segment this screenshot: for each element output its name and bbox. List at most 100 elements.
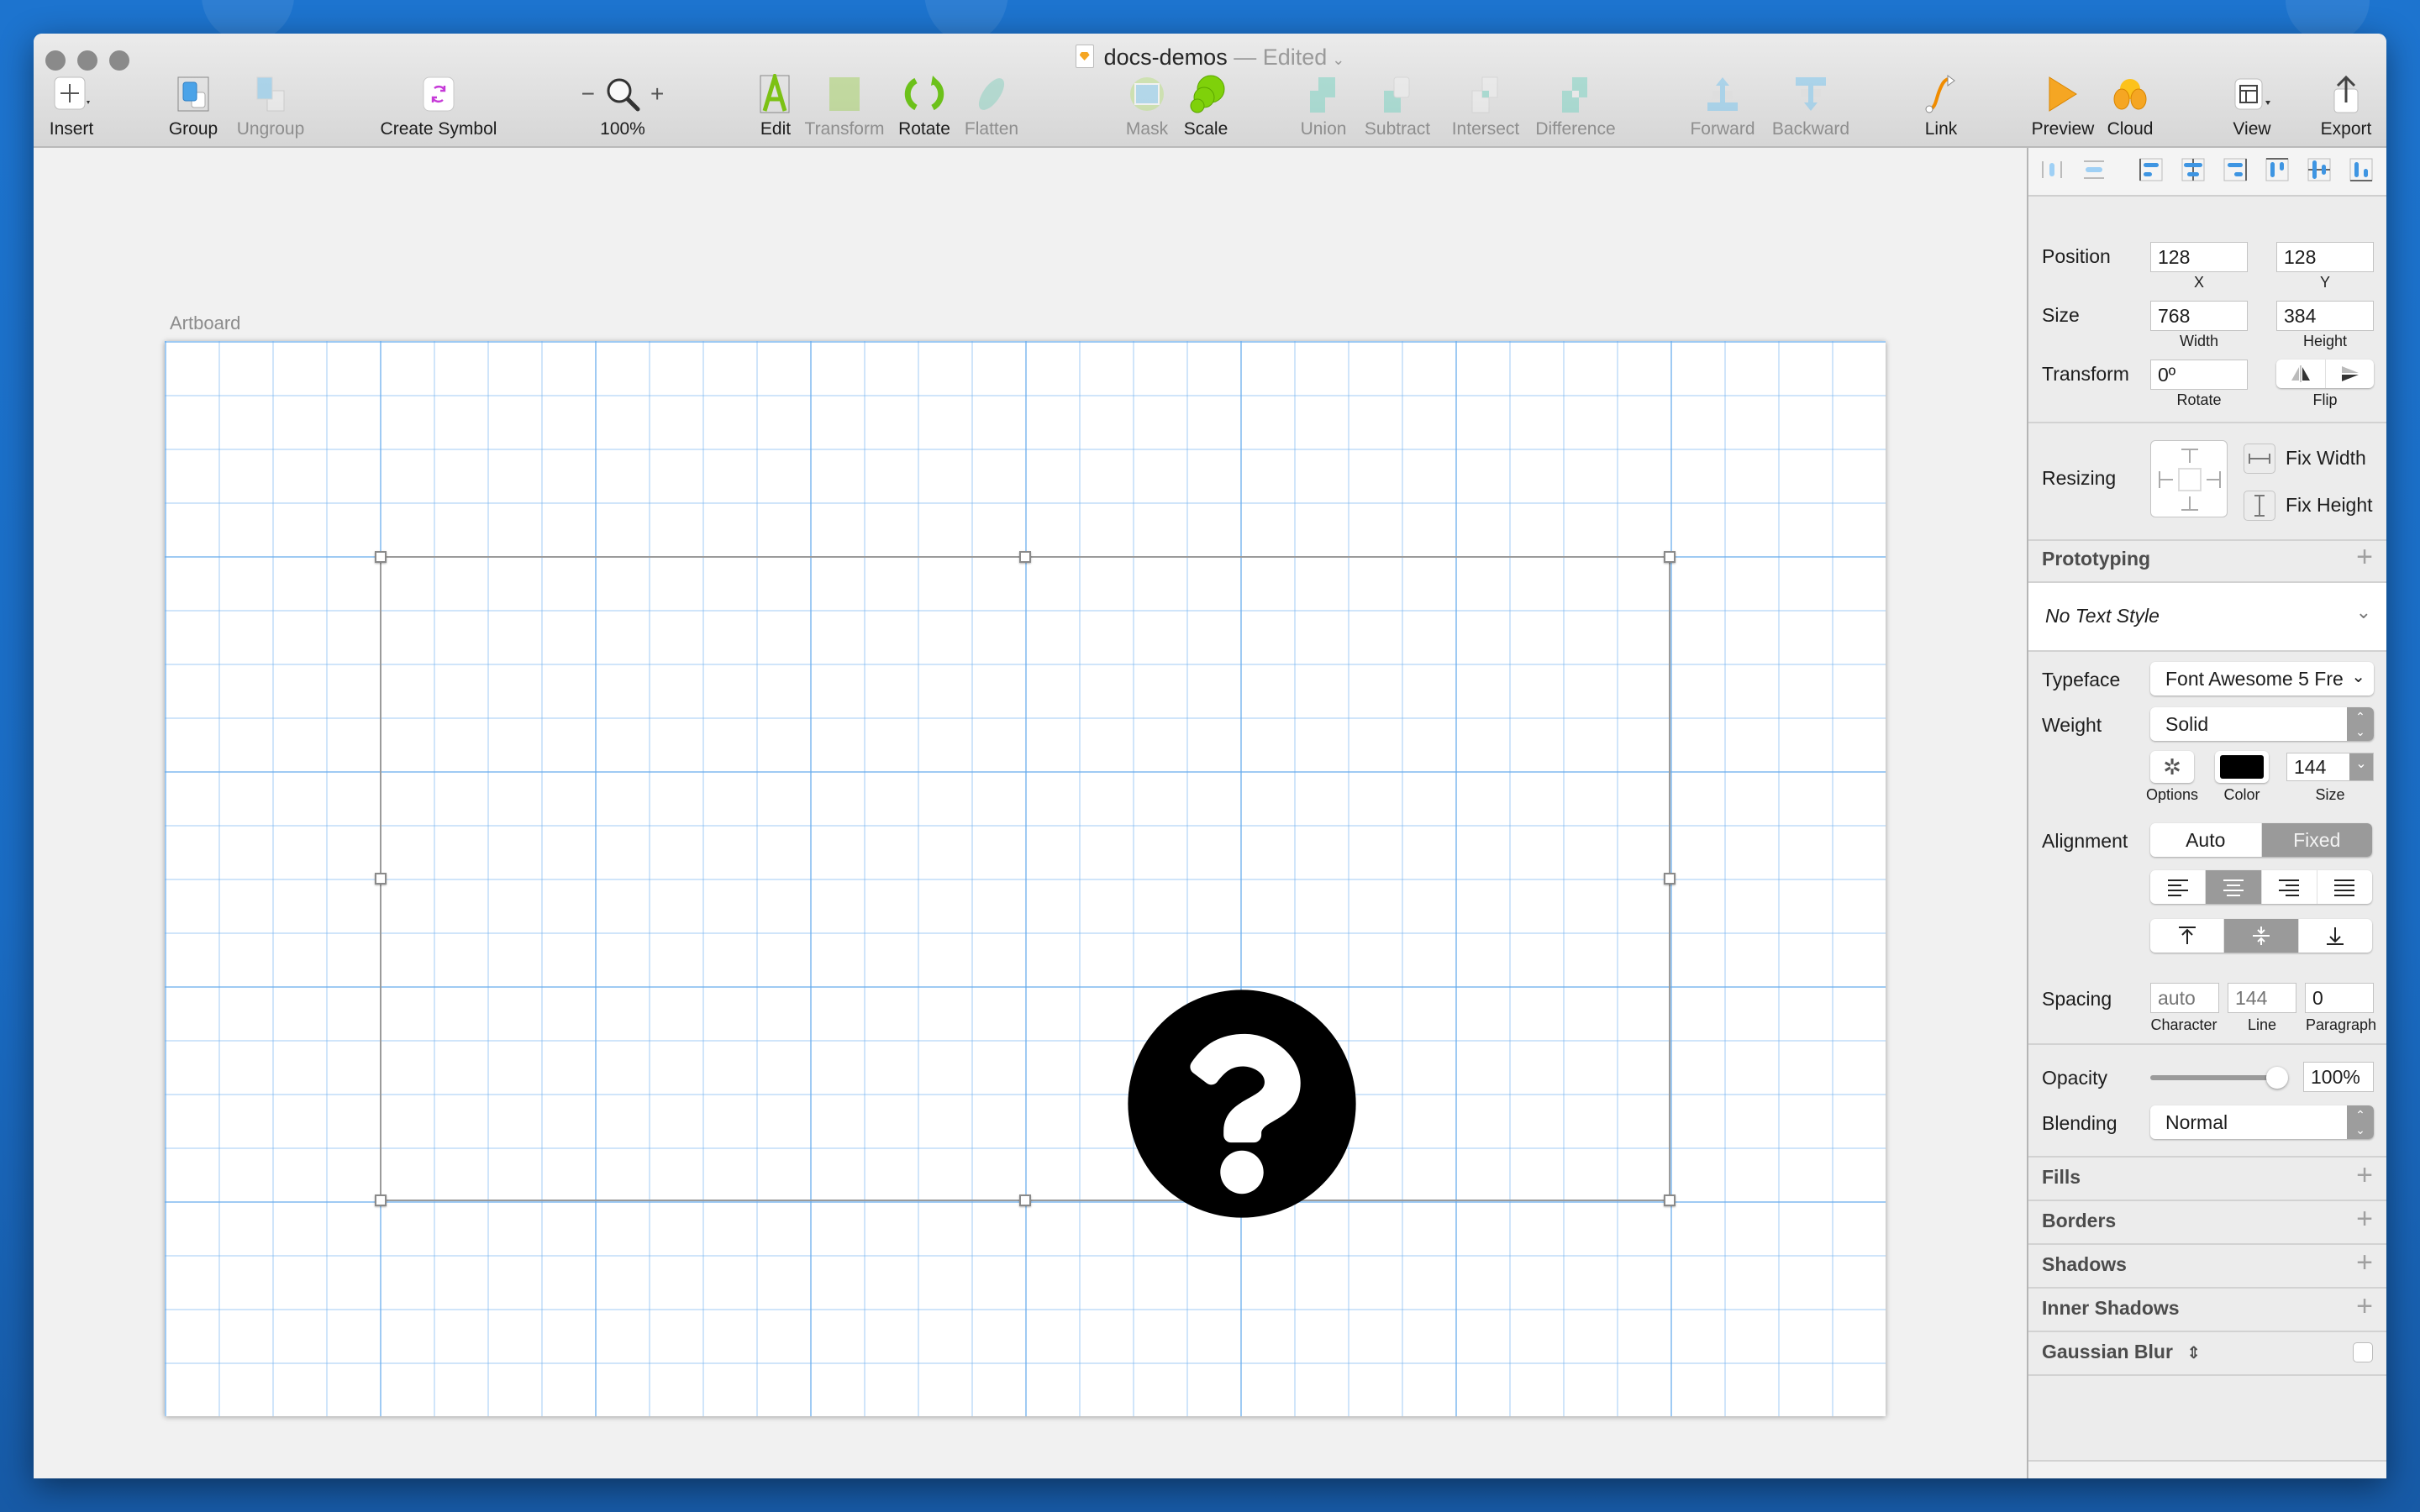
- subtract-button[interactable]: Subtract: [1360, 74, 1435, 148]
- align-text-center-button[interactable]: [2206, 870, 2262, 904]
- make-exportable-header[interactable]: Make Exportable: [2042, 1477, 2196, 1478]
- align-right-icon[interactable]: [2223, 158, 2247, 181]
- gaussian-blur-header[interactable]: Gaussian Blur ⇕: [2042, 1341, 2201, 1363]
- difference-label: Difference: [1535, 119, 1616, 139]
- valign-top-button[interactable]: [2150, 919, 2225, 953]
- inner-shadows-header[interactable]: Inner Shadows: [2042, 1297, 2180, 1320]
- canvas[interactable]: Artboard: [34, 148, 2027, 1478]
- distribute-vertical-icon[interactable]: [2082, 158, 2106, 181]
- width-field[interactable]: 768: [2150, 301, 2248, 331]
- scale-button[interactable]: Scale: [1176, 74, 1235, 148]
- add-export-plus-icon[interactable]: +: [2356, 1472, 2373, 1478]
- transform-button[interactable]: Transform: [798, 74, 891, 148]
- rotate-button[interactable]: Rotate: [891, 74, 958, 148]
- opacity-slider[interactable]: [2150, 1067, 2288, 1089]
- align-middle-vertical-icon[interactable]: [2307, 158, 2331, 181]
- resize-handle-top[interactable]: [1019, 551, 1031, 563]
- font-size-combo[interactable]: 144 ⌄: [2286, 753, 2374, 781]
- align-top-arrow-icon: [2178, 927, 2196, 944]
- add-inner-shadow-plus-icon[interactable]: +: [2356, 1292, 2373, 1320]
- fix-height-toggle[interactable]: [2244, 491, 2275, 521]
- forward-label: Forward: [1690, 119, 1755, 139]
- color-well[interactable]: [2215, 751, 2269, 783]
- align-bottom-arrow-icon: [2327, 927, 2344, 945]
- fixed-width-option[interactable]: Fixed: [2261, 823, 2372, 857]
- fix-width-toggle[interactable]: [2244, 444, 2275, 474]
- insert-button[interactable]: Insert: [34, 74, 109, 148]
- horizontal-alignment-control: [2150, 870, 2372, 904]
- resize-handle-right[interactable]: [1664, 873, 1676, 885]
- weight-dropdown[interactable]: Solid ⌃ ⌄: [2150, 707, 2374, 741]
- artboard-label[interactable]: Artboard: [170, 312, 240, 334]
- text-options-button[interactable]: ✲: [2150, 751, 2194, 783]
- add-border-plus-icon[interactable]: +: [2356, 1205, 2373, 1233]
- auto-width-option[interactable]: Auto: [2150, 823, 2262, 857]
- text-style-selector[interactable]: No Text Style ⌄: [2028, 583, 2386, 650]
- align-left-icon[interactable]: [2139, 158, 2163, 181]
- zoom-in-button[interactable]: +: [650, 81, 664, 108]
- blur-type-stepper-icon[interactable]: ⇕: [2186, 1344, 2201, 1362]
- typeface-dropdown[interactable]: Font Awesome 5 Fre ⌄: [2150, 662, 2374, 696]
- resize-handle-top-left[interactable]: [375, 551, 387, 563]
- align-text-right-button[interactable]: [2262, 870, 2317, 904]
- align-bottom-icon[interactable]: [2349, 158, 2373, 181]
- resize-handle-bottom-left[interactable]: [375, 1194, 387, 1206]
- resize-handle-bottom[interactable]: [1019, 1194, 1031, 1206]
- opacity-slider-thumb[interactable]: [2266, 1067, 2288, 1089]
- union-button[interactable]: Union: [1294, 74, 1353, 148]
- add-prototyping-plus-icon[interactable]: +: [2356, 543, 2373, 571]
- fills-header[interactable]: Fills: [2042, 1166, 2081, 1189]
- shadows-header[interactable]: Shadows: [2042, 1253, 2127, 1276]
- line-spacing-field[interactable]: [2228, 983, 2296, 1013]
- height-field[interactable]: 384: [2276, 301, 2374, 331]
- create-symbol-button[interactable]: Create Symbol: [371, 74, 506, 148]
- resizing-constraints-widget[interactable]: [2150, 440, 2228, 517]
- align-center-horizontal-icon[interactable]: [2181, 158, 2205, 181]
- transform-label: Transform: [804, 119, 885, 139]
- align-text-left-button[interactable]: [2150, 870, 2207, 904]
- artboard[interactable]: [165, 341, 1886, 1416]
- flatten-button[interactable]: Flatten: [958, 74, 1025, 148]
- view-button[interactable]: View: [2218, 74, 2286, 148]
- rotate-field[interactable]: 0º: [2150, 360, 2248, 390]
- cloud-button[interactable]: Cloud: [2096, 74, 2164, 148]
- mask-button[interactable]: Mask: [1118, 74, 1176, 148]
- add-shadow-plus-icon[interactable]: +: [2356, 1248, 2373, 1277]
- group-button[interactable]: Group: [160, 74, 227, 148]
- ungroup-button[interactable]: Ungroup: [229, 74, 313, 148]
- resize-handle-top-right[interactable]: [1664, 551, 1676, 563]
- blending-dropdown[interactable]: Normal ⌃ ⌄: [2150, 1105, 2374, 1139]
- window-title[interactable]: docs-demos — Edited ⌄: [34, 39, 2386, 76]
- link-button[interactable]: Link: [1912, 74, 1970, 148]
- edit-button[interactable]: Edit: [746, 74, 805, 148]
- distribute-horizontal-icon[interactable]: [2040, 158, 2064, 181]
- valign-bottom-button[interactable]: [2299, 919, 2372, 953]
- question-circle-icon[interactable]: [1124, 986, 1360, 1221]
- borders-header[interactable]: Borders: [2042, 1210, 2116, 1232]
- position-y-field[interactable]: 128: [2276, 242, 2374, 272]
- export-button[interactable]: Export: [2312, 74, 2380, 148]
- align-text-justify-button[interactable]: [2317, 870, 2372, 904]
- bring-forward-icon: [1707, 77, 1738, 111]
- valign-middle-button[interactable]: [2224, 919, 2299, 953]
- zoom-out-button[interactable]: −: [581, 81, 595, 108]
- character-spacing-field[interactable]: [2150, 983, 2219, 1013]
- paragraph-spacing-field[interactable]: 0: [2305, 983, 2374, 1013]
- flip-vertical-button[interactable]: [2326, 360, 2375, 388]
- forward-button[interactable]: Forward: [1685, 74, 1760, 148]
- gaussian-blur-checkbox[interactable]: [2353, 1342, 2373, 1362]
- position-x-field[interactable]: 128: [2150, 242, 2248, 272]
- resize-handle-left[interactable]: [375, 873, 387, 885]
- backward-button[interactable]: Backward: [1765, 74, 1857, 148]
- prototyping-header[interactable]: Prototyping: [2042, 548, 2150, 570]
- difference-button[interactable]: Difference: [1529, 74, 1622, 148]
- add-fill-plus-icon[interactable]: +: [2356, 1161, 2373, 1189]
- align-top-icon[interactable]: [2265, 158, 2289, 181]
- opacity-field[interactable]: 100%: [2303, 1062, 2374, 1092]
- preview-button[interactable]: Preview: [2025, 74, 2101, 148]
- intersect-button[interactable]: Intersect: [1444, 74, 1528, 148]
- flip-horizontal-button[interactable]: [2276, 360, 2326, 388]
- selection-frame[interactable]: [375, 551, 1676, 1218]
- chevron-down-icon: ⌄: [2355, 601, 2371, 622]
- resize-handle-bottom-right[interactable]: [1664, 1194, 1676, 1206]
